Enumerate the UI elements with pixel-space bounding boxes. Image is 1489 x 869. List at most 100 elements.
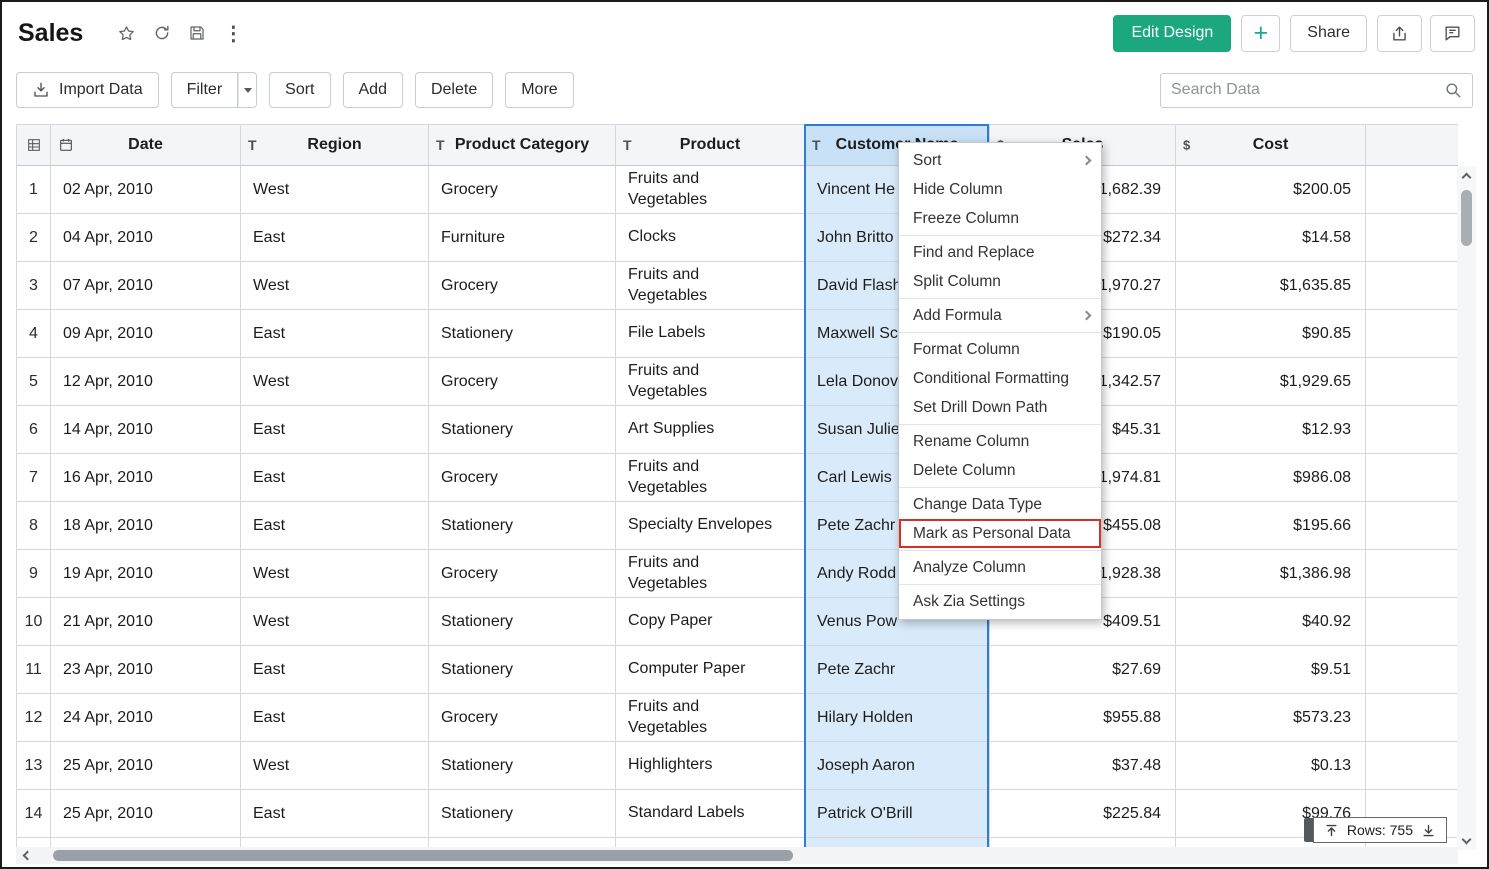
cell-date[interactable]: 23 Apr, 2010 — [51, 646, 241, 694]
cell-empty[interactable] — [1366, 646, 1459, 694]
cell-empty[interactable] — [1366, 550, 1459, 598]
cell-product-category[interactable]: Grocery — [429, 694, 616, 742]
cell-date[interactable]: 09 Apr, 2010 — [51, 310, 241, 358]
vertical-scrollbar[interactable] — [1457, 166, 1476, 850]
cell-cost[interactable]: $200.05 — [1176, 166, 1366, 214]
row-number[interactable]: 12 — [17, 694, 51, 742]
cell-product-category[interactable]: Stationery — [429, 310, 616, 358]
cell-product[interactable]: Highlighters — [616, 742, 805, 790]
column-header-row-number[interactable] — [17, 125, 51, 166]
add-button[interactable]: Add — [343, 72, 403, 108]
cell-empty[interactable] — [1366, 214, 1459, 262]
cell-region[interactable]: East — [241, 406, 429, 454]
row-number[interactable]: 1 — [17, 166, 51, 214]
column-header-cost[interactable]: Cost — [1176, 125, 1366, 166]
cell-region[interactable]: West — [241, 166, 429, 214]
cell-product-category[interactable]: Grocery — [429, 262, 616, 310]
cell-product[interactable]: Art Supplies — [616, 406, 805, 454]
row-number[interactable]: 4 — [17, 310, 51, 358]
cell-cost[interactable]: $9.51 — [1176, 646, 1366, 694]
cell-region[interactable]: East — [241, 694, 429, 742]
cell-region[interactable]: East — [241, 790, 429, 838]
export-icon[interactable] — [1377, 15, 1422, 52]
menu-item-split-column[interactable]: Split Column — [899, 267, 1101, 296]
cell-empty[interactable] — [1366, 502, 1459, 550]
cell-cost[interactable]: $0.13 — [1176, 742, 1366, 790]
menu-item-mark-as-personal-data[interactable]: Mark as Personal Data — [899, 519, 1101, 548]
cell-date[interactable]: 07 Apr, 2010 — [51, 262, 241, 310]
cell-date[interactable]: 18 Apr, 2010 — [51, 502, 241, 550]
cell-region[interactable]: East — [241, 502, 429, 550]
star-icon[interactable] — [117, 24, 136, 43]
cell-product-category[interactable]: Stationery — [429, 502, 616, 550]
search-input[interactable] — [1171, 81, 1444, 99]
cell-product[interactable]: Copy Paper — [616, 598, 805, 646]
cell-empty[interactable] — [1366, 358, 1459, 406]
edit-design-button[interactable]: Edit Design — [1113, 15, 1231, 52]
menu-item-find-and-replace[interactable]: Find and Replace — [899, 238, 1101, 267]
cell-region[interactable]: West — [241, 550, 429, 598]
row-number[interactable]: 10 — [17, 598, 51, 646]
row-number[interactable]: 11 — [17, 646, 51, 694]
row-number[interactable]: 8 — [17, 502, 51, 550]
cell-product-category[interactable]: Stationery — [429, 742, 616, 790]
cell-region[interactable]: East — [241, 454, 429, 502]
row-number[interactable]: 6 — [17, 406, 51, 454]
menu-item-set-drill-down-path[interactable]: Set Drill Down Path — [899, 393, 1101, 422]
row-number[interactable]: 7 — [17, 454, 51, 502]
rows-widget-handle[interactable] — [1304, 818, 1313, 842]
row-number[interactable]: 2 — [17, 214, 51, 262]
cell-customer-name[interactable]: Pete Zachr — [805, 646, 990, 694]
horizontal-scrollbar[interactable] — [16, 847, 1458, 864]
delete-button[interactable]: Delete — [415, 72, 493, 108]
menu-item-change-data-type[interactable]: Change Data Type — [899, 490, 1101, 519]
menu-item-hide-column[interactable]: Hide Column — [899, 175, 1101, 204]
cell-empty[interactable] — [1366, 166, 1459, 214]
cell-empty[interactable] — [1366, 262, 1459, 310]
cell-product[interactable]: Fruits and Vegetables — [616, 166, 805, 214]
cell-region[interactable]: West — [241, 598, 429, 646]
cell-region[interactable]: West — [241, 262, 429, 310]
menu-item-format-column[interactable]: Format Column — [899, 335, 1101, 364]
cell-region[interactable]: East — [241, 646, 429, 694]
cell-date[interactable]: 12 Apr, 2010 — [51, 358, 241, 406]
cell-product[interactable]: Specialty Envelopes — [616, 502, 805, 550]
row-number[interactable]: 5 — [17, 358, 51, 406]
cell-product[interactable]: File Labels — [616, 310, 805, 358]
menu-item-sort[interactable]: Sort — [899, 146, 1101, 175]
cell-region[interactable]: West — [241, 742, 429, 790]
cell-date[interactable]: 16 Apr, 2010 — [51, 454, 241, 502]
cell-customer-name[interactable]: Joseph Aaron — [805, 742, 990, 790]
cell-cost[interactable]: $90.85 — [1176, 310, 1366, 358]
cell-date[interactable]: 02 Apr, 2010 — [51, 166, 241, 214]
cell-empty[interactable] — [1366, 694, 1459, 742]
cell-cost[interactable]: $1,386.98 — [1176, 550, 1366, 598]
kebab-menu-icon[interactable] — [223, 21, 243, 46]
cell-product[interactable]: Clocks — [616, 214, 805, 262]
cell-product[interactable]: Standard Labels — [616, 790, 805, 838]
comment-icon[interactable] — [1430, 15, 1475, 52]
cell-cost[interactable]: $986.08 — [1176, 454, 1366, 502]
cell-product[interactable]: Fruits and Vegetables — [616, 454, 805, 502]
cell-sales[interactable]: $955.88 — [990, 694, 1176, 742]
column-header-product-category[interactable]: Product Category — [429, 125, 616, 166]
row-number[interactable]: 14 — [17, 790, 51, 838]
cell-product-category[interactable]: Stationery — [429, 406, 616, 454]
scroll-to-bottom-icon[interactable] — [1421, 823, 1436, 838]
cell-empty[interactable] — [1366, 598, 1459, 646]
menu-item-rename-column[interactable]: Rename Column — [899, 427, 1101, 456]
row-number[interactable]: 9 — [17, 550, 51, 598]
sort-button[interactable]: Sort — [269, 72, 330, 108]
cell-product-category[interactable]: Stationery — [429, 598, 616, 646]
cell-region[interactable]: West — [241, 358, 429, 406]
cell-cost[interactable]: $40.92 — [1176, 598, 1366, 646]
cell-cost[interactable]: $573.23 — [1176, 694, 1366, 742]
cell-cost[interactable]: $1,635.85 — [1176, 262, 1366, 310]
menu-item-ask-zia-settings[interactable]: Ask Zia Settings — [899, 587, 1101, 616]
filter-dropdown-button[interactable] — [238, 72, 257, 108]
cell-region[interactable]: East — [241, 214, 429, 262]
filter-button[interactable]: Filter — [171, 72, 239, 108]
column-header-product[interactable]: Product — [616, 125, 805, 166]
column-header-region[interactable]: Region — [241, 125, 429, 166]
cell-empty[interactable] — [1366, 742, 1459, 790]
